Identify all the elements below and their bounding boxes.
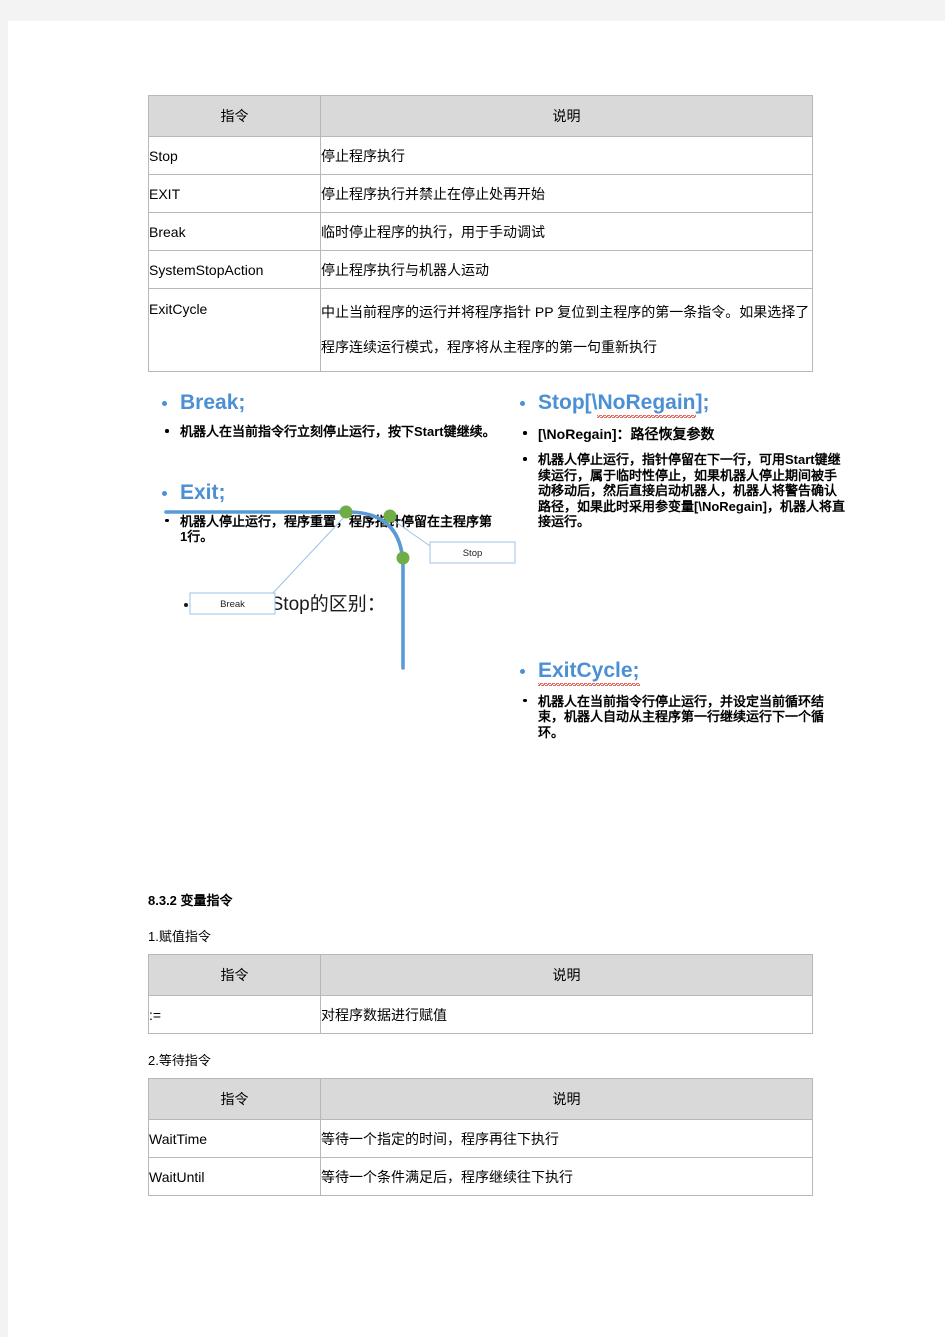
- cell-description: 中止当前程序的运行并将程序指针 PP 复位到主程序的第一条指令。如果选择了程序连…: [320, 288, 813, 372]
- stop-heading-prefix: Stop[\: [538, 391, 598, 414]
- exitcycle-heading: ExitCycle;: [516, 657, 846, 686]
- break-heading: Break;: [158, 390, 498, 416]
- cell-command: SystemStopAction: [148, 250, 321, 289]
- cell-description: 停止程序执行: [320, 136, 813, 175]
- label-wait-instructions: 2.等待指令: [148, 1053, 211, 1068]
- stop-bullet-description-text: 机器人停止运行，指针停留在下一行，可用Start键继续运行，属于临时性停止，如果…: [538, 452, 845, 529]
- break-leader-line: [272, 514, 347, 594]
- cell-description: 停止程序执行并禁止在停止处再开始: [320, 174, 813, 213]
- column-header-description: 说明: [320, 1078, 813, 1120]
- slide-right-column: Stop[\NoRegain]; [\NoRegain]：路径恢复参数 机器人停…: [516, 390, 846, 746]
- stop-bullet-description: 机器人停止运行，指针停留在下一行，可用Start键继续运行，属于临时性停止，如果…: [516, 452, 846, 530]
- table-row: EXIT 停止程序执行并禁止在停止处再开始: [148, 174, 813, 213]
- cell-command: :=: [148, 995, 321, 1034]
- bullet-dot-icon: [520, 401, 525, 406]
- table-row: ExitCycle 中止当前程序的运行并将程序指针 PP 复位到主程序的第一条指…: [148, 288, 813, 372]
- stop-instructions-table: 指令 说明 Stop 停止程序执行 EXIT 停止程序执行并禁止在停止处再开始 …: [148, 95, 813, 372]
- wait-instructions-table: 指令 说明 WaitTime 等待一个指定的时间，程序再往下执行 WaitUnt…: [148, 1078, 813, 1196]
- stop-heading: Stop[\NoRegain];: [516, 390, 846, 418]
- bullet-dot-icon: [162, 401, 167, 406]
- cell-description: 对程序数据进行赋值: [320, 995, 813, 1034]
- stop-heading-spellword: NoRegain: [597, 390, 696, 418]
- bullet-dot-icon: [523, 431, 527, 435]
- exitcycle-bullet: 机器人在当前指令行停止运行，并设定当前循环结束，机器人自动从主程序第一行继续运行…: [516, 694, 846, 741]
- exitcycle-bullet-text: 机器人在当前指令行停止运行，并设定当前循环结束，机器人自动从主程序第一行继续运行…: [538, 693, 825, 740]
- cell-description: 等待一个指定的时间，程序再往下执行: [320, 1119, 813, 1158]
- table-header-row: 指令 说明: [148, 954, 813, 996]
- table-row: Break 临时停止程序的执行，用于手动调试: [148, 212, 813, 251]
- cell-command: EXIT: [148, 174, 321, 213]
- column-header-command: 指令: [148, 95, 321, 137]
- cell-description: 临时停止程序的执行，用于手动调试: [320, 212, 813, 251]
- bullet-dot-icon: [165, 429, 169, 433]
- column-header-command: 指令: [148, 954, 321, 996]
- section-heading-832: 8.3.2 变量指令: [148, 893, 233, 908]
- path-point-stop: [383, 509, 397, 523]
- column-header-command: 指令: [148, 1078, 321, 1120]
- document-content: 指令 说明 Stop 停止程序执行 EXIT 停止程序执行并禁止在停止处再开始 …: [148, 95, 845, 1196]
- path-point-lower: [396, 551, 410, 565]
- column-header-description: 说明: [320, 954, 813, 996]
- stop-bullet-param-text: [\NoRegain]：路径恢复参数: [538, 426, 715, 442]
- lower-section: 8.3.2 变量指令 1.赋值指令 指令 说明 := 对程序数据进行赋值 2.等…: [148, 890, 820, 1196]
- break-bullet: 机器人在当前指令行立刻停止运行，按下Start键继续。: [158, 424, 498, 440]
- cell-command: WaitUntil: [148, 1157, 321, 1196]
- cell-command: WaitTime: [148, 1119, 321, 1158]
- path-point-break: [339, 505, 353, 519]
- table-header-row: 指令 说明: [148, 1078, 813, 1120]
- stop-heading-suffix: ];: [695, 391, 710, 414]
- stop-bullet-param: [\NoRegain]：路径恢复参数: [516, 426, 846, 443]
- table-row: SystemStopAction 停止程序执行与机器人运动: [148, 250, 813, 289]
- table-row: WaitUntil 等待一个条件满足后，程序继续往下执行: [148, 1157, 813, 1196]
- bullet-dot-icon: [520, 668, 525, 674]
- label-assign-instructions: 1.赋值指令: [148, 929, 211, 944]
- slide-left-column: Break; 机器人在当前指令行立刻停止运行，按下Start键继续。 Exit;…: [158, 390, 516, 670]
- bullet-dot-icon: [523, 457, 527, 461]
- bullet-dot-icon: [523, 698, 527, 702]
- diagram-svg: Break Stop: [164, 505, 516, 670]
- break-heading-text: Break;: [180, 391, 246, 414]
- robot-path-line: [164, 510, 405, 670]
- document-page: 指令 说明 Stop 停止程序执行 EXIT 停止程序执行并禁止在停止处再开始 …: [8, 21, 945, 1337]
- stop-callout-label: Stop: [463, 548, 483, 559]
- cell-command: Stop: [148, 136, 321, 175]
- break-callout-label: Break: [220, 599, 245, 610]
- cell-description: 等待一个条件满足后，程序继续往下执行: [320, 1157, 813, 1196]
- cell-description: 停止程序执行与机器人运动: [320, 250, 813, 289]
- cell-command: ExitCycle: [148, 288, 321, 372]
- break-stop-diagram: Break Stop: [158, 490, 528, 690]
- assign-instructions-table: 指令 说明 := 对程序数据进行赋值: [148, 954, 813, 1034]
- table-row: Stop 停止程序执行: [148, 136, 813, 175]
- table-row: := 对程序数据进行赋值: [148, 995, 813, 1034]
- column-header-description: 说明: [320, 95, 813, 137]
- table-row: WaitTime 等待一个指定的时间，程序再往下执行: [148, 1119, 813, 1158]
- table-header-row: 指令 说明: [148, 95, 813, 137]
- break-bullet-text: 机器人在当前指令行立刻停止运行，按下Start键继续。: [180, 424, 496, 439]
- exitcycle-heading-text: ExitCycle;: [538, 657, 640, 686]
- slide-region: Break; 机器人在当前指令行立刻停止运行，按下Start键继续。 Exit;…: [148, 390, 848, 890]
- cell-command: Break: [148, 212, 321, 251]
